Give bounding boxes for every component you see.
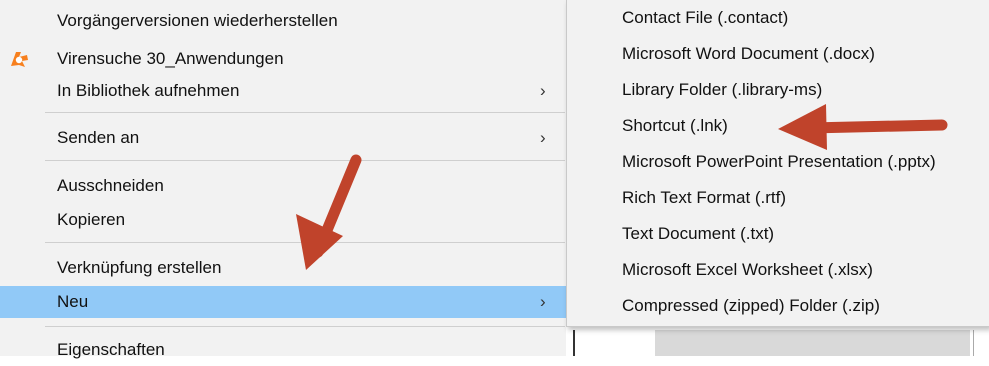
menu-separator — [45, 160, 565, 161]
submenu-item-text-document[interactable]: Text Document (.txt) — [567, 217, 987, 251]
submenu-item-label: Shortcut (.lnk) — [622, 116, 728, 135]
submenu-item-rich-text-format[interactable]: Rich Text Format (.rtf) — [567, 181, 987, 215]
menu-item-virus-scan[interactable]: Virensuche 30_Anwendungen — [0, 43, 570, 75]
chevron-right-icon: › — [540, 128, 546, 147]
menu-item-cut[interactable]: Ausschneiden — [0, 170, 570, 202]
background-divider — [973, 330, 974, 356]
submenu-item-label: Rich Text Format (.rtf) — [622, 188, 787, 207]
menu-item-create-shortcut[interactable]: Verknüpfung erstellen — [0, 252, 570, 284]
submenu-item-contact-file[interactable]: Contact File (.contact) — [567, 1, 987, 35]
menu-item-label: In Bibliothek aufnehmen — [57, 81, 240, 100]
menu-item-restore-previous-versions[interactable]: Vorgängerversionen wiederherstellen — [0, 5, 570, 37]
submenu-item-shortcut[interactable]: Shortcut (.lnk) — [567, 109, 987, 143]
menu-item-properties[interactable]: Eigenschaften — [0, 334, 570, 366]
menu-item-label: Ausschneiden — [57, 176, 164, 195]
menu-item-label: Vorgängerversionen wiederherstellen — [57, 11, 338, 30]
menu-separator — [45, 242, 565, 243]
submenu-item-compressed-folder[interactable]: Compressed (zipped) Folder (.zip) — [567, 289, 987, 323]
avast-icon — [11, 52, 28, 67]
menu-item-label: Neu — [57, 292, 89, 311]
submenu-item-label: Microsoft Excel Worksheet (.xlsx) — [622, 260, 873, 279]
chevron-right-icon: › — [540, 81, 546, 100]
background-divider — [573, 330, 575, 356]
chevron-right-icon: › — [540, 292, 546, 311]
menu-item-new[interactable]: Neu › — [0, 286, 570, 318]
new-submenu: Contact File (.contact) Microsoft Word D… — [566, 0, 989, 327]
submenu-item-label: Contact File (.contact) — [622, 8, 789, 27]
submenu-item-library-folder[interactable]: Library Folder (.library-ms) — [567, 73, 987, 107]
submenu-item-excel-worksheet[interactable]: Microsoft Excel Worksheet (.xlsx) — [567, 253, 987, 287]
submenu-item-label: Microsoft Word Document (.docx) — [622, 44, 875, 63]
submenu-item-label: Microsoft PowerPoint Presentation (.pptx… — [622, 152, 936, 171]
menu-item-send-to[interactable]: Senden an › — [0, 122, 570, 154]
background-panel — [655, 330, 970, 356]
submenu-item-label: Library Folder (.library-ms) — [622, 80, 823, 99]
menu-item-label: Senden an — [57, 128, 140, 147]
submenu-item-label: Compressed (zipped) Folder (.zip) — [622, 296, 880, 315]
menu-separator — [45, 326, 565, 327]
submenu-item-word-document[interactable]: Microsoft Word Document (.docx) — [567, 37, 987, 71]
menu-item-add-to-library[interactable]: In Bibliothek aufnehmen › — [0, 75, 570, 107]
menu-item-label: Verknüpfung erstellen — [57, 258, 222, 277]
menu-item-copy[interactable]: Kopieren — [0, 204, 570, 236]
submenu-item-powerpoint-presentation[interactable]: Microsoft PowerPoint Presentation (.pptx… — [567, 145, 987, 179]
menu-item-label: Virensuche 30_Anwendungen — [57, 49, 284, 68]
menu-separator — [45, 112, 565, 113]
context-menu: Vorgängerversionen wiederherstellen Vire… — [0, 0, 570, 359]
submenu-item-label: Text Document (.txt) — [622, 224, 775, 243]
menu-item-label: Kopieren — [57, 210, 126, 229]
menu-item-label: Eigenschaften — [57, 340, 165, 359]
